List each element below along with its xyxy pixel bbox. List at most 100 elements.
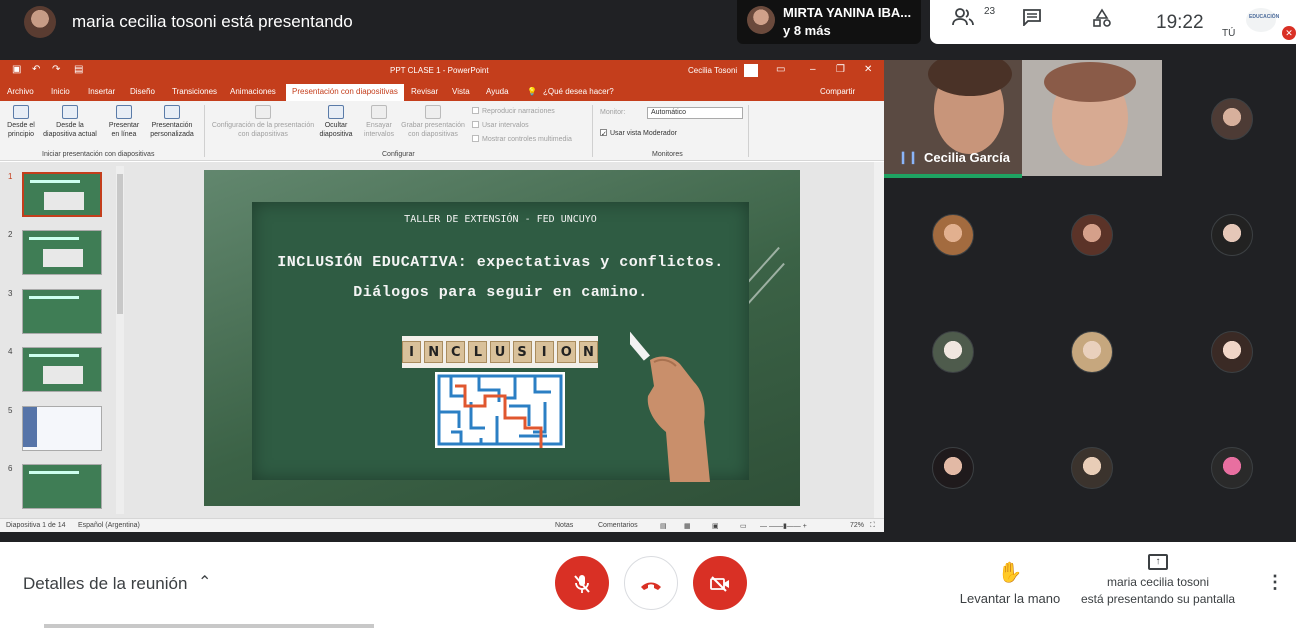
presenter-view-label: Usar vista Moderador	[610, 130, 677, 137]
chat-icon[interactable]	[1022, 8, 1042, 31]
sorter-view-icon[interactable]: ▦	[684, 522, 691, 530]
shared-screen-powerpoint: ▣ ↶ ↷ ▤ PPT CLASE 1 - PowerPoint Cecilia…	[0, 60, 884, 532]
from-current-button[interactable]: Desde la diapositiva actual	[40, 105, 100, 139]
tab-ayuda[interactable]: Ayuda	[486, 87, 509, 96]
ribbon-options-icon[interactable]: ▭	[776, 64, 785, 75]
tab-animaciones[interactable]: Animaciones	[230, 87, 276, 96]
tab-inicio[interactable]: Inicio	[51, 87, 70, 96]
letter-tiles: I N C L U S I O N	[402, 336, 598, 368]
thumbnails-scrollbar[interactable]	[116, 166, 124, 514]
zoom-slider[interactable]: — ——▮—— +	[760, 522, 807, 530]
checkbox-checked: ✓	[600, 129, 607, 138]
ppt-editor: 1 2 3 4 5 6 TALLER DE EXTENSIÓN - FED UN…	[0, 162, 884, 518]
leave-call-button[interactable]	[624, 556, 678, 610]
tab-diseno[interactable]: Diseño	[130, 87, 155, 96]
from-current-label: Desde la diapositiva actual	[43, 122, 97, 138]
tab-insertar[interactable]: Insertar	[88, 87, 115, 96]
fit-slide-icon[interactable]: ⛶	[870, 522, 875, 530]
participant-avatar[interactable]	[1071, 214, 1113, 256]
hide-slide-button[interactable]: Ocultar diapositiva	[316, 105, 356, 139]
record-button[interactable]: Grabar presentación con diapositivas	[398, 105, 468, 139]
presentation-status-button[interactable]: ↑ maria cecilia tosoni está presentando …	[1070, 554, 1246, 608]
show-media-checkbox[interactable]: Mostrar controles multimedia	[472, 135, 572, 143]
participant-avatar[interactable]	[932, 331, 974, 373]
participant-avatar[interactable]	[1211, 98, 1253, 140]
participant-video-cecilia-garcia[interactable]: ❙❙ Cecilia García	[884, 60, 1022, 176]
camera-off-icon	[710, 576, 729, 592]
people-icon[interactable]	[952, 8, 974, 31]
raise-hand-label: Levantar la mano	[959, 591, 1061, 606]
tab-presentacion[interactable]: Presentación con diapositivas	[286, 84, 404, 101]
presenter-view-checkbox[interactable]: ✓ Usar vista Moderador	[600, 129, 677, 138]
normal-view-icon[interactable]: ▤	[660, 522, 667, 530]
quick-access-icon[interactable]: ▤	[74, 64, 83, 75]
presenter-avatar	[24, 6, 56, 38]
share-button[interactable]: Compartir	[820, 87, 855, 96]
play-narrations-checkbox[interactable]: Reproducir narraciones	[472, 107, 555, 115]
speaking-icon: ❙❙	[898, 150, 919, 164]
tab-transiciones[interactable]: Transiciones	[172, 87, 217, 96]
use-timings-label: Usar intervalos	[482, 122, 529, 129]
redo-icon[interactable]: ↷	[52, 64, 60, 75]
rehearse-label: Ensayar intervalos	[364, 122, 394, 138]
group-monitors-label: Monitores	[652, 151, 683, 158]
thumb-number: 1	[8, 172, 13, 181]
tab-revisar[interactable]: Revisar	[411, 87, 438, 96]
participant-avatar[interactable]	[1071, 447, 1113, 489]
presenting-line1: maria cecilia tosoni	[1106, 575, 1210, 589]
present-screen-icon: ↑	[1148, 554, 1168, 570]
slide-counter: Diapositiva 1 de 14	[6, 522, 66, 529]
ribbon-separator	[204, 105, 205, 157]
custom-show-button[interactable]: Presentación personalizada	[144, 105, 200, 139]
activities-icon[interactable]	[1092, 8, 1112, 33]
tab-vista[interactable]: Vista	[452, 87, 470, 96]
camera-off-button[interactable]	[693, 556, 747, 610]
use-timings-checkbox[interactable]: Usar intervalos	[472, 121, 529, 129]
speaker-avatar	[747, 6, 775, 34]
monitor-select[interactable]: Automático	[647, 107, 743, 119]
participant-avatar[interactable]	[1211, 447, 1253, 489]
more-options-icon[interactable]: ⋮	[1266, 572, 1284, 593]
slide-scrollbar[interactable]	[874, 162, 884, 518]
close-icon[interactable]: ✕	[864, 64, 872, 75]
slide-thumbnail[interactable]	[22, 230, 102, 275]
save-icon[interactable]: ▣	[12, 64, 21, 75]
slideshow-view-icon[interactable]: ▭	[740, 522, 747, 530]
participant-avatar[interactable]	[932, 447, 974, 489]
active-speaker-chip[interactable]: MIRTA YANINA IBA... y 8 más	[737, 0, 921, 44]
slide-thumbnail[interactable]	[22, 347, 102, 392]
zoom-level[interactable]: 72%	[850, 522, 864, 529]
participant-avatar[interactable]	[1211, 214, 1253, 256]
setup-slideshow-button[interactable]: Configuración de la presentación con dia…	[210, 105, 316, 139]
maximize-icon[interactable]: ❐	[836, 64, 845, 75]
scrollbar-thumb[interactable]	[117, 174, 123, 314]
slide-thumbnail[interactable]	[22, 406, 102, 451]
notes-button[interactable]: Notas	[555, 522, 573, 529]
rehearse-button[interactable]: Ensayar intervalos	[360, 105, 398, 139]
tell-me-input[interactable]: ¿Qué desea hacer?	[543, 87, 614, 96]
tab-archivo[interactable]: Archivo	[7, 87, 34, 96]
checkbox-box	[472, 107, 479, 114]
raise-hand-button[interactable]: ✋ Levantar la mano	[955, 560, 1065, 606]
chevron-up-icon[interactable]: ⌃	[198, 572, 211, 592]
current-slide[interactable]: TALLER DE EXTENSIÓN - FED UNCUYO INCLUSI…	[204, 170, 800, 506]
self-mic-off-icon: ✕	[1282, 26, 1296, 40]
minimize-icon[interactable]: –	[810, 64, 816, 75]
language-indicator[interactable]: Español (Argentina)	[78, 522, 140, 529]
reading-view-icon[interactable]: ▣	[712, 522, 719, 530]
undo-icon[interactable]: ↶	[32, 64, 40, 75]
slide-thumbnail[interactable]	[22, 464, 102, 509]
participant-avatar[interactable]	[1071, 331, 1113, 373]
from-start-button[interactable]: Desde el principio	[3, 105, 39, 139]
meeting-details-button[interactable]: Detalles de la reunión	[23, 574, 187, 594]
self-view-thumbnail[interactable]: EDUCACIÓN	[1246, 8, 1279, 32]
slide-thumbnail[interactable]	[22, 289, 102, 334]
mic-off-button[interactable]	[555, 556, 609, 610]
participant-video[interactable]	[1022, 60, 1162, 176]
comments-button[interactable]: Comentarios	[598, 522, 638, 529]
user-avatar-icon[interactable]	[744, 64, 758, 77]
participant-avatar[interactable]	[932, 214, 974, 256]
slide-thumbnail[interactable]	[22, 172, 102, 217]
participant-avatar[interactable]	[1211, 331, 1253, 373]
present-online-button[interactable]: Presentar en línea	[104, 105, 144, 139]
